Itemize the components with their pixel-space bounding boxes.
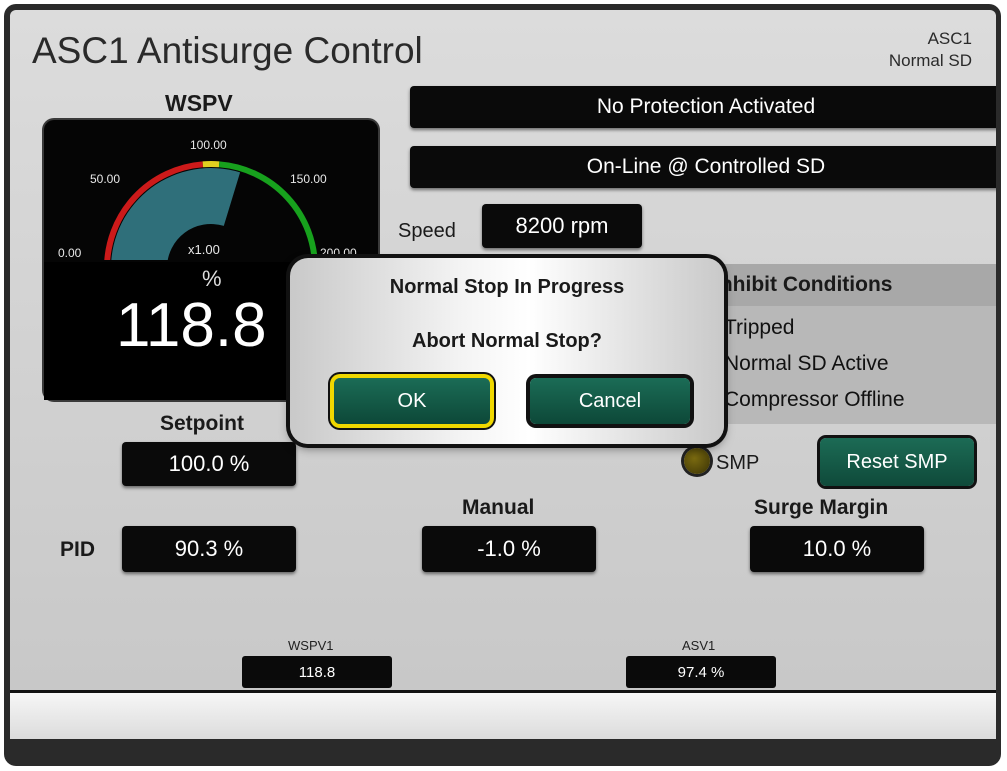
inhibit-item-normal-sd: Normal SD Active [724,352,889,375]
gauge-unit: % [202,266,222,291]
inhibit-header: Inhibit Conditions [700,264,996,306]
manual-label: Manual [462,496,535,519]
gauge-title: WSPV [165,90,233,116]
gauge-tick-150: 150.00 [290,172,327,186]
inhibit-item-tripped: Tripped [724,316,795,339]
gauge-value: 118.8 [116,291,267,360]
inhibit-item-offline: Compressor Offline [724,388,905,411]
smp-indicator-icon [684,448,710,474]
page-title: ASC1 Antisurge Control [32,30,423,71]
setpoint-label: Setpoint [160,412,244,435]
pid-label: PID [60,538,96,561]
footer-bar [10,690,996,739]
setpoint-value: 100.0 % [122,442,296,486]
cancel-button[interactable]: Cancel [530,378,690,424]
gauge-tick-50: 50.00 [90,172,121,186]
mode-status-bar: On-Line @ Controlled SD [410,146,996,188]
pid-value: 90.3 % [122,526,296,572]
unit-name: ASC1 [927,29,972,48]
dialog-question: Abort Normal Stop? [412,330,602,352]
gauge-tick-100: 100.00 [190,138,227,152]
protection-status-bar: No Protection Activated [410,86,996,128]
speed-label: Speed [398,220,456,242]
speed-value: 8200 rpm [482,204,642,248]
unit-status: ASC1 Normal SD [889,28,972,72]
trend-label-wspv1: WSPV1 [288,638,334,653]
manual-value: -1.0 % [422,526,596,572]
surge-margin-label: Surge Margin [754,496,889,519]
gauge-multiplier: x1.00 [188,242,220,257]
trend-label-asv1: ASV1 [682,638,716,653]
inhibit-panel: Inhibit Conditions Tripped Normal SD Act… [700,264,996,424]
surge-margin-value: 10.0 % [750,526,924,572]
dialog-title: Normal Stop In Progress [389,276,625,298]
gauge-tick-0: 0.00 [58,246,82,260]
confirm-dialog: Normal Stop In Progress Abort Normal Sto… [290,258,724,444]
main-panel: ASC1 Antisurge Control ASC1 Normal SD No… [10,10,996,690]
gauge-fill [111,168,241,260]
unit-state: Normal SD [888,51,972,70]
trend-value-wspv1[interactable]: 118.8 [242,656,392,688]
smp-label: SMP [716,452,760,474]
reset-smp-button[interactable]: Reset SMP [820,438,974,486]
trend-value-asv1[interactable]: 97.4 % [626,656,776,688]
ok-button[interactable]: OK [334,378,490,424]
